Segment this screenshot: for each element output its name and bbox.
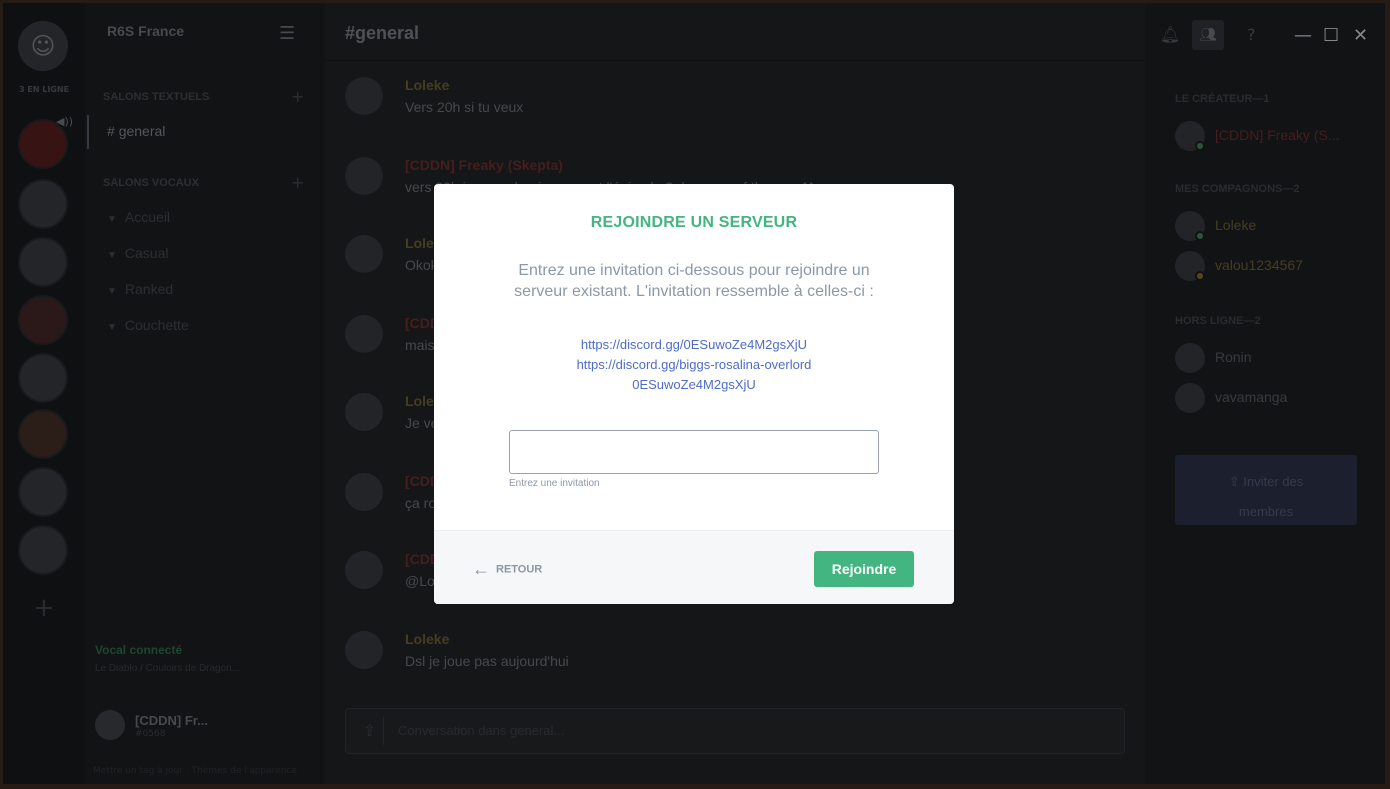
join-server-modal: REJOINDRE UN SERVEUR Entrez une invitati… xyxy=(434,184,954,604)
invite-example: 0ESuwoZe4M2gsXjU xyxy=(632,377,756,392)
arrow-left-icon: ← xyxy=(472,559,490,579)
invite-example: https://discord.gg/0ESuwoZe4M2gsXjU xyxy=(580,337,808,352)
input-hint: Entrez une invitation xyxy=(509,478,600,489)
invite-examples: https://discord.gg/0ESuwoZe4M2gsXjU http… xyxy=(434,335,954,395)
invite-example: https://discord.gg/biggs-rosalina-overlo… xyxy=(576,357,812,372)
modal-description: Entrez une invitation ci-dessous pour re… xyxy=(514,262,874,300)
back-button[interactable]: ← RETOUR xyxy=(472,559,542,580)
join-button[interactable]: Rejoindre xyxy=(814,551,914,587)
invite-input[interactable] xyxy=(509,430,879,474)
modal-title: REJOINDRE UN SERVEUR xyxy=(590,214,798,231)
modal-footer: ← RETOUR Rejoindre xyxy=(434,530,954,604)
